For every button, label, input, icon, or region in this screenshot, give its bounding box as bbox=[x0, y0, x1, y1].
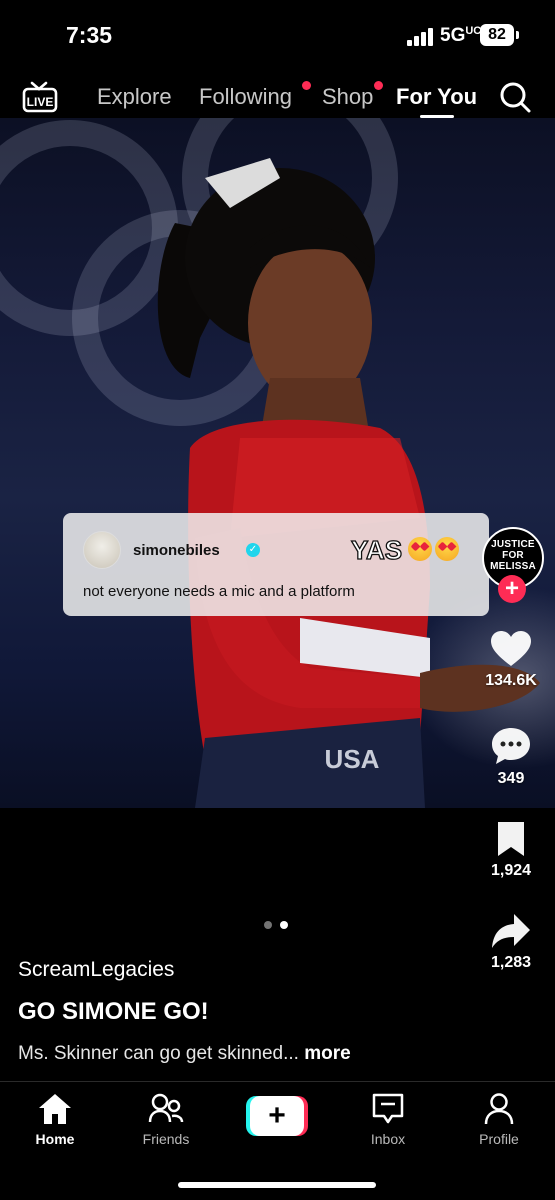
shop-notification-dot bbox=[374, 81, 383, 90]
comment-text: not everyone needs a mic and a platform bbox=[83, 583, 355, 600]
like-button[interactable]: 134.6K bbox=[476, 630, 546, 690]
create-button[interactable]: + bbox=[246, 1096, 308, 1136]
bookmark-count: 1,924 bbox=[490, 862, 532, 879]
inbox-icon bbox=[372, 1093, 404, 1124]
tab-for-you[interactable]: For You bbox=[396, 84, 477, 110]
comment-avatar bbox=[83, 531, 121, 569]
gymnast-image: USA bbox=[157, 158, 540, 808]
live-button[interactable]: LIVE bbox=[22, 80, 58, 114]
battery-tip bbox=[516, 31, 519, 39]
video-player[interactable]: USA bbox=[0, 118, 555, 808]
tab-friends-label: Friends bbox=[142, 1131, 190, 1147]
verified-badge-icon: ✓ bbox=[246, 543, 260, 557]
comment-count: 349 bbox=[497, 770, 525, 787]
heart-eyes-emoji-icon bbox=[408, 537, 432, 561]
live-tv-icon: LIVE bbox=[22, 81, 58, 113]
network-label: 5GUC bbox=[440, 25, 482, 46]
tab-following[interactable]: Following bbox=[199, 84, 292, 110]
carousel-indicator bbox=[264, 916, 296, 934]
bookmark-icon bbox=[498, 822, 524, 856]
home-indicator[interactable] bbox=[178, 1182, 376, 1188]
tab-home[interactable]: Home bbox=[10, 1092, 100, 1147]
sticker-text: YAS bbox=[350, 534, 403, 565]
carousel-dot bbox=[264, 921, 272, 929]
heart-icon bbox=[491, 631, 531, 666]
post-description[interactable]: Ms. Skinner can go get skinned... more bbox=[18, 1043, 351, 1065]
top-nav: LIVE Explore Following Shop For You bbox=[0, 70, 555, 120]
author-username[interactable]: ScreamLegacies bbox=[18, 958, 174, 982]
signal-icon bbox=[407, 28, 433, 46]
status-time: 7:35 bbox=[66, 22, 113, 48]
tab-explore[interactable]: Explore bbox=[97, 84, 172, 110]
create-plus-icon: + bbox=[250, 1096, 304, 1136]
status-bar: 7:35 5GUC 82 bbox=[0, 0, 555, 70]
search-button[interactable] bbox=[498, 80, 532, 114]
like-count: 134.6K bbox=[485, 672, 537, 689]
home-icon bbox=[39, 1094, 71, 1124]
comments-button[interactable]: 349 bbox=[476, 726, 546, 788]
carousel-dot-active bbox=[280, 921, 288, 929]
friends-icon bbox=[148, 1093, 184, 1123]
more-link[interactable]: more bbox=[304, 1043, 350, 1064]
svg-text:LIVE: LIVE bbox=[27, 95, 54, 109]
follow-plus-button[interactable]: + bbox=[498, 575, 526, 603]
share-arrow-icon bbox=[492, 914, 530, 948]
comment-username: simonebiles bbox=[133, 542, 220, 559]
battery-icon: 82 bbox=[480, 24, 514, 46]
following-notification-dot bbox=[302, 81, 311, 90]
tab-inbox[interactable]: Inbox bbox=[343, 1092, 433, 1147]
tab-friends[interactable]: Friends bbox=[121, 1092, 211, 1147]
profile-icon bbox=[484, 1093, 514, 1125]
tab-profile[interactable]: Profile bbox=[454, 1092, 544, 1147]
comment-reply-sticker[interactable]: simonebiles ✓ not everyone needs a mic a… bbox=[63, 513, 489, 616]
comment-bubble-icon bbox=[492, 728, 530, 764]
heart-eyes-emoji-icon bbox=[435, 537, 459, 561]
search-icon bbox=[500, 82, 531, 113]
tab-shop[interactable]: Shop bbox=[322, 84, 373, 110]
post-title: GO SIMONE GO! bbox=[18, 998, 209, 1025]
share-button[interactable]: 1,283 bbox=[476, 912, 546, 972]
svg-text:USA: USA bbox=[325, 744, 380, 774]
tab-inbox-label: Inbox bbox=[370, 1131, 406, 1147]
tab-home-label: Home bbox=[35, 1131, 75, 1147]
tab-profile-label: Profile bbox=[479, 1131, 519, 1147]
bookmark-button[interactable]: 1,924 bbox=[476, 820, 546, 880]
share-count: 1,283 bbox=[490, 954, 532, 971]
